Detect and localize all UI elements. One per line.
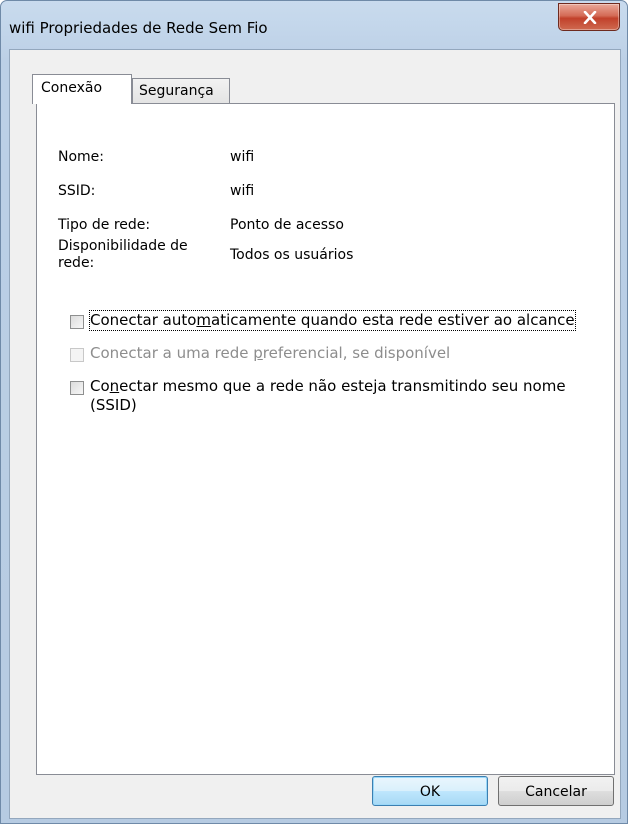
preferred-network-checkbox xyxy=(70,348,84,362)
auto-connect-checkbox[interactable] xyxy=(70,315,84,329)
name-label: Nome: xyxy=(58,149,105,165)
close-button[interactable] xyxy=(558,3,620,31)
availability-label-line1: Disponibilidade de xyxy=(58,238,188,254)
network-type-value: Ponto de acesso xyxy=(230,217,344,233)
title-bar[interactable]: wifi Propriedades de Rede Sem Fio xyxy=(1,1,627,49)
dialog-content: Conexão Segurança Nome: wifi SSID: wifi … xyxy=(9,49,621,819)
preferred-network-label: Conectar a uma rede preferencial, se dis… xyxy=(90,344,451,362)
tab-conexao[interactable]: Conexão xyxy=(32,74,132,104)
ok-button[interactable]: OK xyxy=(372,776,488,806)
ssid-value: wifi xyxy=(230,183,255,199)
ssid-label: SSID: xyxy=(58,183,96,199)
tab-panel-conexao: Nome: wifi SSID: wifi Tipo de rede: Pont… xyxy=(36,103,615,775)
availability-label-line2: rede: xyxy=(58,255,95,271)
dialog-window: wifi Propriedades de Rede Sem Fio Conexã… xyxy=(0,0,628,824)
window-title: wifi Propriedades de Rede Sem Fio xyxy=(9,19,268,37)
close-x-icon xyxy=(583,11,597,24)
name-value: wifi xyxy=(230,149,255,165)
availability-value: Todos os usuários xyxy=(230,247,354,263)
network-type-label: Tipo de rede: xyxy=(58,217,151,233)
hidden-ssid-label[interactable]: Conectar mesmo que a rede não esteja tra… xyxy=(90,377,566,396)
hidden-ssid-label-line2[interactable]: (SSID) xyxy=(90,396,137,415)
cancel-button[interactable]: Cancelar xyxy=(498,776,614,806)
auto-connect-label[interactable]: Conectar automaticamente quando esta red… xyxy=(89,310,576,331)
hidden-ssid-checkbox[interactable] xyxy=(70,381,84,395)
tab-seguranca[interactable]: Segurança xyxy=(132,78,230,104)
